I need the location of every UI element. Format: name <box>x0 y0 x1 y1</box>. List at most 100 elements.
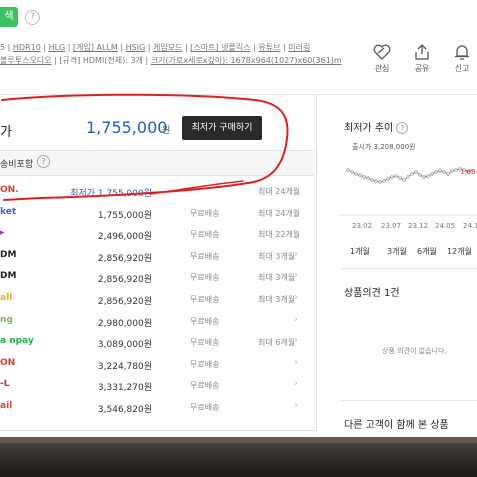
seller-logo[interactable]: -L <box>0 379 9 389</box>
right-divider <box>340 400 477 401</box>
chart-point <box>378 180 382 184</box>
seller-price[interactable]: 2,856,920원 <box>98 272 152 285</box>
spec-link-size[interactable]: 크기(가로x세로x깊이): 1678x964(1027)x60(361)m <box>151 56 342 65</box>
spec-line-1: 5 | HDR10 | HLG | [게임] ALLM | HSIG | 게임모… <box>0 43 311 52</box>
spec-link-hlg[interactable]: HLG <box>49 43 66 52</box>
seller-logo[interactable]: ng <box>0 315 13 325</box>
seller-price[interactable]: 3,546,820원 <box>98 402 152 415</box>
spec-link-mirroring[interactable]: 미러링 <box>288 43 310 52</box>
spec-link-youtube[interactable]: 유튜브 <box>258 43 280 52</box>
reviews-title: 상품의견 1건 <box>344 288 400 299</box>
chevron-right-icon[interactable]: › <box>294 184 298 195</box>
chart-point <box>410 172 414 176</box>
price-trend-chart: 1,68 <box>340 167 477 216</box>
shipping-info: 무료배송 <box>190 295 220 304</box>
chart-point <box>398 176 402 180</box>
seller-row[interactable]: DM 2,856,920원 무료배송 최대 3개월 › <box>0 267 314 289</box>
help-icon[interactable]: ? <box>37 155 50 168</box>
seller-logo[interactable]: ON <box>0 358 15 368</box>
favorite-button[interactable]: 관심 <box>362 44 402 74</box>
spec-link-game-mode[interactable]: 게임모드 <box>153 43 182 52</box>
seller-row[interactable]: ng 2,980,000원 무료배송 › <box>0 311 314 333</box>
chart-point <box>350 170 354 174</box>
chevron-right-icon[interactable]: › <box>294 357 298 368</box>
seller-row[interactable]: all 2,856,920원 무료배송 최대 3개월 › <box>0 289 314 311</box>
chevron-right-icon[interactable]: › <box>294 400 298 411</box>
seller-row[interactable]: ON 3,224,780원 무료배송 › <box>0 354 314 376</box>
chevron-right-icon[interactable]: › <box>294 227 298 238</box>
chevron-right-icon[interactable]: › <box>294 314 298 325</box>
seller-logo[interactable]: a npay <box>0 336 34 346</box>
chevron-right-icon[interactable]: › <box>294 206 298 217</box>
period-tab-3m[interactable]: 3개월 <box>387 246 407 257</box>
x-tick: 24.05 <box>435 222 456 230</box>
x-tick: 23.07 <box>381 222 402 230</box>
seller-row[interactable]: DM 2,856,920원 무료배송 최대 3개월 › <box>0 246 314 268</box>
seller-row[interactable]: ON. 최저가 1,755,000원 최대 24개월 › <box>0 181 314 203</box>
chevron-right-icon[interactable]: › <box>294 249 298 260</box>
seller-logo[interactable]: DM <box>0 271 16 281</box>
spec-text: 5 <box>0 43 6 52</box>
seller-row[interactable]: ail 3,546,820원 무료배송 › <box>0 397 314 419</box>
x-tick: 23.02 <box>352 222 373 230</box>
chart-point <box>366 176 370 180</box>
chart-point <box>450 169 454 173</box>
spec-line-2: 블루투스오디오 | [규격] HDMI(전체): 3개 | 크기(가로x세로x깊… <box>0 56 342 65</box>
spec-link-bt-audio[interactable]: 블루투스오디오 <box>0 56 52 65</box>
period-tab-6m[interactable]: 6개월 <box>417 246 437 257</box>
installment-info: 최대 3개월 <box>258 251 296 261</box>
shipping-info: 무료배송 <box>190 251 220 261</box>
x-tick: 24.1 <box>463 222 477 230</box>
search-button[interactable]: 색 <box>0 7 18 27</box>
seller-logo[interactable]: all <box>0 293 12 303</box>
x-tick: 23.12 <box>408 222 429 230</box>
price-trend-title-text: 최저가 추이 <box>344 123 394 134</box>
seller-price[interactable]: 2,856,920원 <box>98 251 152 264</box>
seller-logo[interactable]: ▸ <box>0 228 5 238</box>
spec-link-allm[interactable]: [게임] ALLM <box>73 43 118 52</box>
chart-point <box>426 174 430 178</box>
seller-price[interactable]: 최저가 1,755,000원 <box>70 186 152 199</box>
chevron-right-icon[interactable]: › <box>294 335 298 346</box>
help-icon[interactable]: ? <box>396 122 409 134</box>
header-divider <box>0 94 477 95</box>
seller-row[interactable]: -L 3,331,270원 무료배송 › <box>0 375 314 397</box>
seller-logo[interactable]: ON. <box>0 185 19 195</box>
bell-icon <box>455 45 469 60</box>
chart-point <box>414 170 418 174</box>
seller-price[interactable]: 3,224,780원 <box>98 359 152 372</box>
seller-price[interactable]: 1,755,000원 <box>98 208 152 221</box>
buy-lowest-button[interactable]: 최저가 구매하기 <box>182 116 262 140</box>
chevron-right-icon[interactable]: › <box>294 292 298 303</box>
seller-logo[interactable]: DM <box>0 250 16 260</box>
chevron-right-icon[interactable]: › <box>294 270 298 281</box>
seller-price[interactable]: 3,331,270원 <box>98 380 152 393</box>
chevron-right-icon[interactable]: › <box>294 378 298 389</box>
share-button[interactable]: 공유 <box>402 44 442 74</box>
spec-link-hsig[interactable]: HSIG <box>126 43 146 52</box>
seller-row[interactable]: ket 1,755,000원 무료배송 최대 24개월 › <box>0 203 314 225</box>
seller-logo[interactable]: ail <box>0 401 12 411</box>
chart-point <box>362 175 366 179</box>
chart-point <box>346 168 350 172</box>
chart-points <box>346 167 470 184</box>
seller-price[interactable]: 2,856,920원 <box>98 294 152 307</box>
report-button[interactable]: 신고 <box>442 44 477 74</box>
footer-highlight <box>0 437 477 443</box>
chart-point <box>390 175 394 179</box>
seller-logo[interactable]: ket <box>0 207 16 217</box>
seller-price[interactable]: 2,980,000원 <box>98 316 152 329</box>
shipping-info: 무료배송 <box>190 403 220 412</box>
spec-link-hdr10[interactable]: HDR10 <box>13 43 41 52</box>
chart-point <box>354 172 358 176</box>
seller-row[interactable]: a npay 3,089,000원 무료배송 최대 6개월 › <box>0 332 314 354</box>
seller-price[interactable]: 3,089,000원 <box>98 337 152 350</box>
spec-link-netflix[interactable]: [스마트] 넷플릭스 <box>190 43 250 52</box>
seller-price[interactable]: 2,496,000원 <box>98 229 152 242</box>
period-tab-1m[interactable]: 1개월 <box>350 246 370 257</box>
shipping-included-label[interactable]: 송비포함 <box>0 157 33 170</box>
seller-row[interactable]: ▸ 2,496,000원 무료배송 최대 22개월 › <box>0 224 314 246</box>
help-icon[interactable]: ? <box>25 10 40 25</box>
period-tab-12m[interactable]: 12개월 <box>447 246 472 257</box>
chart-point <box>406 175 410 179</box>
